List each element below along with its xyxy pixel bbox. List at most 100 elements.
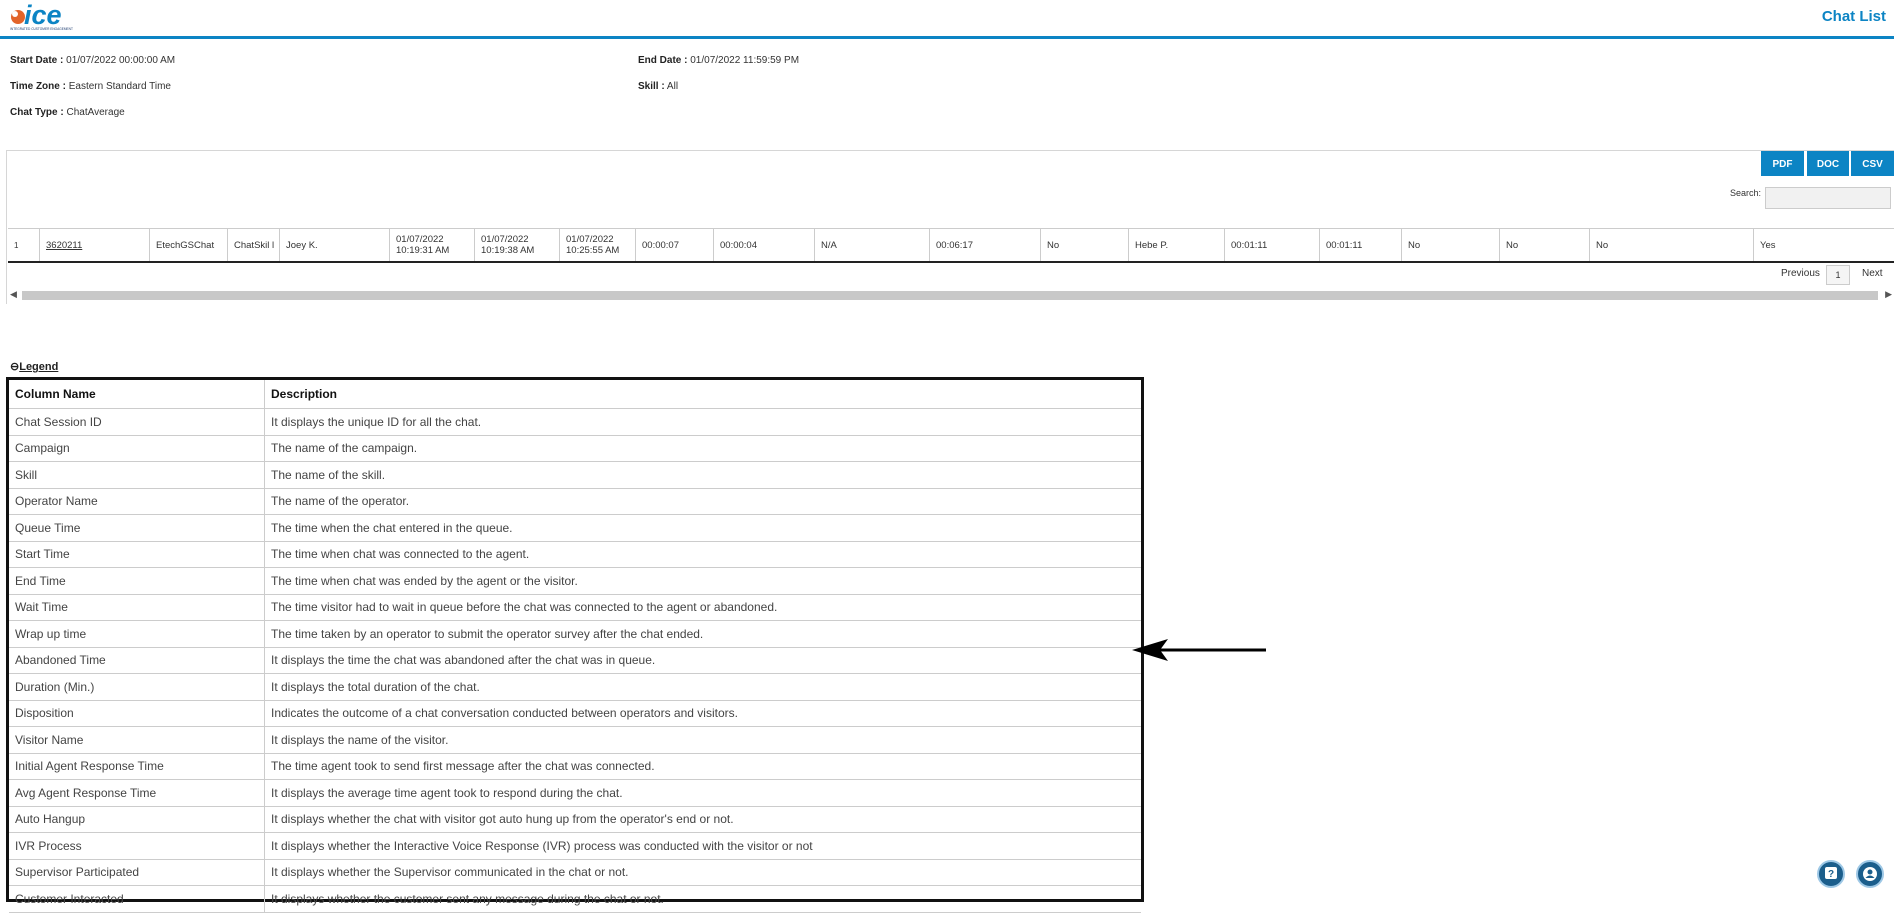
- legend-column-name: End Time: [9, 567, 265, 595]
- legend-table: Column Name Description Chat Session ID I…: [6, 377, 1144, 913]
- svg-text:?: ?: [1828, 869, 1834, 880]
- time-zone: Time Zone : Eastern Standard Time: [10, 81, 171, 92]
- legend-column-name: Wrap up time: [9, 620, 265, 648]
- abandoned-cell: N/A: [815, 229, 930, 261]
- legend-column-name: Chat Session ID: [9, 408, 265, 436]
- legend-column-name: Visitor Name: [9, 726, 265, 754]
- legend-description: The time taken by an operator to submit …: [264, 620, 1141, 648]
- search-input[interactable]: [1765, 187, 1891, 209]
- legend-column-name: Duration (Min.): [9, 673, 265, 701]
- legend-row: Duration (Min.) It displays the total dur…: [9, 673, 1141, 701]
- legend-row: Auto Hangup It displays whether the chat …: [9, 806, 1141, 833]
- csv-export-button[interactable]: CSV: [1851, 151, 1894, 176]
- results-panel: [6, 150, 1894, 304]
- legend-row: Disposition Indicates the outcome of a ch…: [9, 700, 1141, 727]
- svg-text:ice: ice: [24, 0, 62, 30]
- legend-row: Abandoned Time It displays the time the c…: [9, 647, 1141, 674]
- legend-description: It displays whether the Interactive Voic…: [264, 832, 1141, 860]
- auto-hangup-cell: No: [1402, 229, 1500, 261]
- legend-row: Operator Name The name of the operator.: [9, 488, 1141, 515]
- legend-row: IVR Process It displays whether the Inter…: [9, 832, 1141, 860]
- legend-description: It displays the name of the visitor.: [264, 726, 1141, 754]
- column-name-header: Column Name: [9, 380, 265, 409]
- legend-row: End Time The time when chat was ended by …: [9, 567, 1141, 595]
- legend-column-name: Supervisor Participated: [9, 859, 265, 886]
- legend-column-name: Disposition: [9, 700, 265, 727]
- end-date: End Date : 01/07/2022 11:59:59 PM: [638, 55, 800, 66]
- legend-column-name: Start Time: [9, 541, 265, 568]
- legend-description: The name of the skill.: [264, 461, 1141, 489]
- end-time-cell: 01/07/2022 10:25:55 AM: [560, 229, 636, 261]
- legend-column-name: Wait Time: [9, 594, 265, 621]
- legend-description: The name of the operator.: [264, 488, 1141, 515]
- legend-row: Visitor Name It displays the name of the …: [9, 726, 1141, 754]
- legend-description: The time visitor had to wait in queue be…: [264, 594, 1141, 621]
- legend-row: Wrap up time The time taken by an operato…: [9, 620, 1141, 648]
- legend-column-name: IVR Process: [9, 832, 265, 860]
- legend-description: The time when the chat entered in the qu…: [264, 514, 1141, 542]
- scroll-right-icon[interactable]: ▶: [1885, 289, 1892, 300]
- header-bar: ice INTEGRATED CUSTOMER ENGAGEMENT Chat …: [0, 0, 1894, 39]
- help-icon[interactable]: ?: [1817, 860, 1845, 888]
- campaign-cell: EtechGSChat: [150, 229, 228, 261]
- previous-page-button[interactable]: Previous: [1781, 268, 1820, 279]
- doc-export-button[interactable]: DOC: [1807, 151, 1849, 176]
- arrow-left-icon: [1130, 637, 1270, 668]
- legend-row: Customer Interacted It displays whether t…: [9, 885, 1141, 913]
- pdf-export-button[interactable]: PDF: [1761, 151, 1804, 176]
- visitor-cell: Hebe P.: [1129, 229, 1225, 261]
- legend-row: Avg Agent Response Time It displays the a…: [9, 779, 1141, 807]
- page-number-button[interactable]: 1: [1826, 265, 1850, 285]
- disposition-cell: No: [1041, 229, 1129, 261]
- supervisor-cell: No: [1590, 229, 1754, 261]
- legend-row: Supervisor Participated It displays wheth…: [9, 859, 1141, 886]
- legend-description: The time agent took to send first messag…: [264, 753, 1141, 780]
- scrollbar-thumb[interactable]: [22, 291, 1878, 300]
- legend-description: The name of the campaign.: [264, 435, 1141, 462]
- legend-column-name: Abandoned Time: [9, 647, 265, 674]
- legend-column-name: Campaign: [9, 435, 265, 462]
- legend-body: Chat Session ID It displays the unique ID…: [9, 408, 1141, 913]
- legend-row: Campaign The name of the campaign.: [9, 435, 1141, 462]
- session-id-link[interactable]: 3620211: [46, 240, 82, 251]
- legend-description: The time when chat was ended by the agen…: [264, 567, 1141, 595]
- legend-row: Queue Time The time when the chat entered…: [9, 514, 1141, 542]
- svg-text:INTEGRATED CUSTOMER ENGAGEMENT: INTEGRATED CUSTOMER ENGAGEMENT: [10, 27, 73, 31]
- description-header: Description: [264, 380, 1141, 409]
- legend-description: It displays the unique ID for all the ch…: [264, 408, 1141, 436]
- skill-filter: Skill : All: [638, 81, 679, 92]
- legend-header-row: Column Name Description: [9, 380, 1141, 409]
- next-page-button[interactable]: Next: [1862, 268, 1883, 279]
- initial-response-cell: 00:01:11: [1225, 229, 1320, 261]
- legend-description: It displays whether the chat with visito…: [264, 806, 1141, 833]
- legend-description: It displays whether the customer sent an…: [264, 885, 1141, 913]
- legend-column-name: Queue Time: [9, 514, 265, 542]
- table-row: 1 3620211 EtechGSChat ChatSkil l Joey K.…: [8, 228, 1894, 263]
- legend-column-name: Initial Agent Response Time: [9, 753, 265, 780]
- wait-time-cell: 00:00:07: [636, 229, 714, 261]
- legend-description: It displays whether the Supervisor commu…: [264, 859, 1141, 886]
- legend-toggle[interactable]: ⊖Legend: [10, 360, 58, 373]
- legend-column-name: Skill: [9, 461, 265, 489]
- horizontal-scrollbar[interactable]: ◀ ▶: [8, 289, 1892, 302]
- queue-time-cell: 01/07/2022 10:19:31 AM: [390, 229, 475, 261]
- ice-logo[interactable]: ice INTEGRATED CUSTOMER ENGAGEMENT: [6, 0, 86, 37]
- legend-description: It displays the total duration of the ch…: [264, 673, 1141, 701]
- session-id-cell[interactable]: 3620211: [40, 229, 150, 261]
- avg-response-cell: 00:01:11: [1320, 229, 1402, 261]
- collapse-icon[interactable]: ⊖: [10, 361, 19, 373]
- legend-description: It displays the average time agent took …: [264, 779, 1141, 807]
- row-index: 1: [8, 229, 40, 261]
- scroll-left-icon[interactable]: ◀: [10, 289, 17, 300]
- legend-row: Start Time The time when chat was connect…: [9, 541, 1141, 568]
- operator-cell: Joey K.: [280, 229, 390, 261]
- page-title: Chat List: [1821, 8, 1886, 25]
- wrap-up-cell: 00:00:04: [714, 229, 815, 261]
- chat-type: Chat Type : ChatAverage: [10, 107, 125, 118]
- ivr-cell: No: [1500, 229, 1590, 261]
- legend-row: Wait Time The time visitor had to wait in…: [9, 594, 1141, 621]
- legend-column-name: Avg Agent Response Time: [9, 779, 265, 807]
- legend-column-name: Operator Name: [9, 488, 265, 515]
- legend-column-name: Auto Hangup: [9, 806, 265, 833]
- user-icon[interactable]: [1856, 860, 1884, 888]
